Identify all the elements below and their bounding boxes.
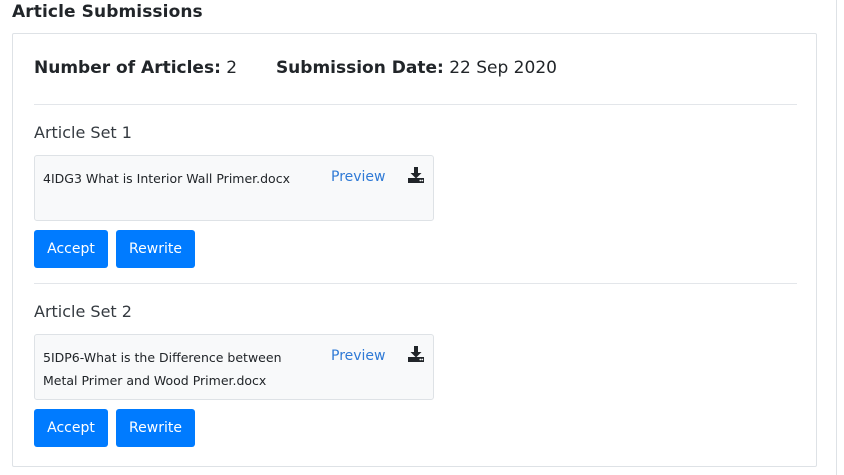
accept-button[interactable]: Accept bbox=[34, 409, 108, 447]
vertical-divider bbox=[836, 0, 837, 475]
preview-link[interactable]: Preview bbox=[331, 169, 386, 185]
article-file-name: 4IDG3 What is Interior Wall Primer.docx bbox=[43, 171, 290, 186]
article-file-name: 5IDP6-What is the Difference between Met… bbox=[43, 350, 282, 388]
summary-divider bbox=[34, 104, 797, 105]
submission-date-label: Submission Date: bbox=[275, 58, 444, 78]
submissions-panel: Number of Articles: 2 Submission Date: 2… bbox=[12, 33, 817, 467]
submission-date-value: 22 Sep 2020 bbox=[449, 58, 557, 78]
article-set-title: Article Set 1 bbox=[34, 123, 132, 142]
download-icon[interactable] bbox=[407, 166, 425, 184]
articles-count-label: Number of Articles: bbox=[34, 58, 221, 78]
preview-link[interactable]: Preview bbox=[331, 348, 386, 364]
submission-summary: Number of Articles: 2 Submission Date: 2… bbox=[34, 57, 557, 79]
articles-count-value: 2 bbox=[226, 58, 238, 78]
rewrite-button[interactable]: Rewrite bbox=[116, 230, 195, 268]
accept-button[interactable]: Accept bbox=[34, 230, 108, 268]
article-set-title: Article Set 2 bbox=[34, 302, 132, 321]
article-file-card: 5IDP6-What is the Difference between Met… bbox=[34, 334, 434, 400]
article-file-card: 4IDG3 What is Interior Wall Primer.docx … bbox=[34, 155, 434, 221]
download-icon[interactable] bbox=[407, 345, 425, 363]
rewrite-button[interactable]: Rewrite bbox=[116, 409, 195, 447]
set-divider bbox=[34, 283, 797, 284]
page-title: Article Submissions bbox=[12, 2, 203, 22]
